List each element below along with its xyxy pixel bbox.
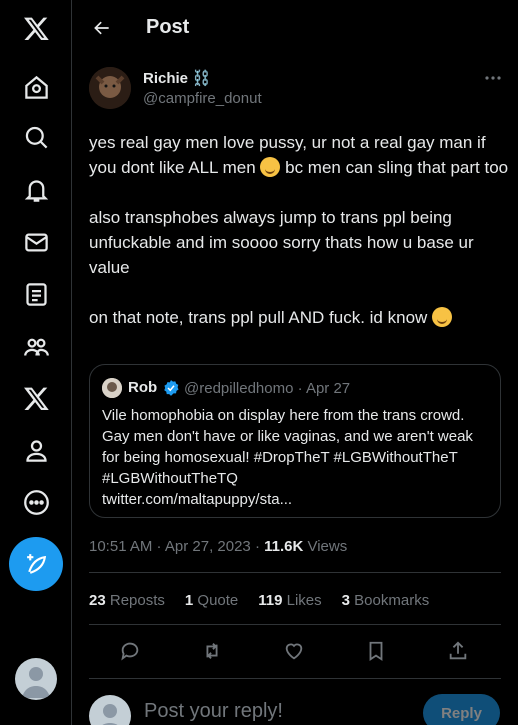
page-title: Post	[146, 16, 190, 38]
x-logo-icon[interactable]	[11, 3, 61, 53]
back-button[interactable]	[86, 12, 118, 44]
quote-text: Vile homophobia on display here from the…	[102, 407, 473, 508]
reposts-stat[interactable]: 23 Reposts	[89, 592, 165, 609]
notifications-icon[interactable]	[11, 165, 61, 215]
search-icon[interactable]	[11, 112, 61, 162]
main-column: Post Richie ⛓️ @campfire_donut yes real …	[72, 0, 518, 725]
author-avatar[interactable]	[89, 67, 131, 109]
like-icon[interactable]	[283, 640, 307, 664]
tweet-paragraph-3: on that note, trans ppl pull AND fuck. i…	[89, 308, 428, 327]
views-label: Views	[303, 538, 348, 555]
yum-face-emoji-icon	[432, 307, 453, 327]
messages-icon[interactable]	[11, 217, 61, 267]
back-arrow-icon	[94, 21, 109, 35]
more-icon[interactable]	[11, 477, 61, 527]
divider	[89, 678, 501, 679]
premium-icon[interactable]	[11, 373, 61, 423]
tweet-paragraph-1b: bc men can sling that part too	[280, 158, 509, 177]
verified-badge-icon	[164, 380, 179, 396]
quotes-stat[interactable]: 1 Quote	[185, 592, 238, 609]
share-icon[interactable]	[447, 640, 471, 664]
action-bar	[72, 640, 518, 664]
home-icon[interactable]	[11, 62, 61, 112]
author-handle[interactable]: @campfire_donut	[143, 90, 262, 107]
repost-icon[interactable]	[201, 640, 225, 664]
more-options-icon[interactable]	[481, 68, 505, 88]
divider	[89, 572, 501, 573]
author-name[interactable]: Richie ⛓️	[143, 69, 211, 87]
compose-icon	[26, 553, 46, 574]
timestamp-text: 10:51 AM · Apr 27, 2023 ·	[89, 538, 265, 555]
post-stats: 23 Reposts 1 Quote 119 Likes 3 Bookmarks	[89, 592, 449, 609]
tweet-paragraph-2: also transphobes always jump to trans pp…	[89, 208, 474, 277]
post-timestamp: 10:51 AM · Apr 27, 2023 · 11.6K Views	[89, 538, 347, 555]
reply-avatar	[89, 695, 131, 725]
tweet-text: yes real gay men love pussy, ur not a re…	[89, 130, 509, 330]
side-nav	[0, 0, 72, 725]
quoted-post[interactable]: Rob @redpilledhomo · Apr 27 Vile homopho…	[89, 364, 501, 518]
quote-author-avatar	[102, 378, 122, 398]
reply-button[interactable]: Reply	[423, 694, 500, 725]
likes-stat[interactable]: 119 Likes	[258, 592, 321, 609]
compose-button[interactable]	[9, 537, 63, 591]
divider	[89, 624, 501, 625]
quote-author-name: Rob	[128, 379, 158, 396]
bookmarks-stat[interactable]: 3 Bookmarks	[342, 592, 430, 609]
reply-icon[interactable]	[119, 640, 143, 664]
smiling-face-emoji-icon	[260, 157, 281, 177]
bookmark-icon[interactable]	[365, 640, 389, 664]
views-count: 11.6K	[264, 538, 304, 555]
communities-icon[interactable]	[11, 321, 61, 371]
quote-meta: @redpilledhomo · Apr 27	[184, 380, 351, 397]
reply-input[interactable]: Post your reply!	[144, 700, 283, 723]
lists-icon[interactable]	[11, 269, 61, 319]
profile-icon[interactable]	[11, 425, 61, 475]
account-avatar[interactable]	[15, 658, 57, 700]
